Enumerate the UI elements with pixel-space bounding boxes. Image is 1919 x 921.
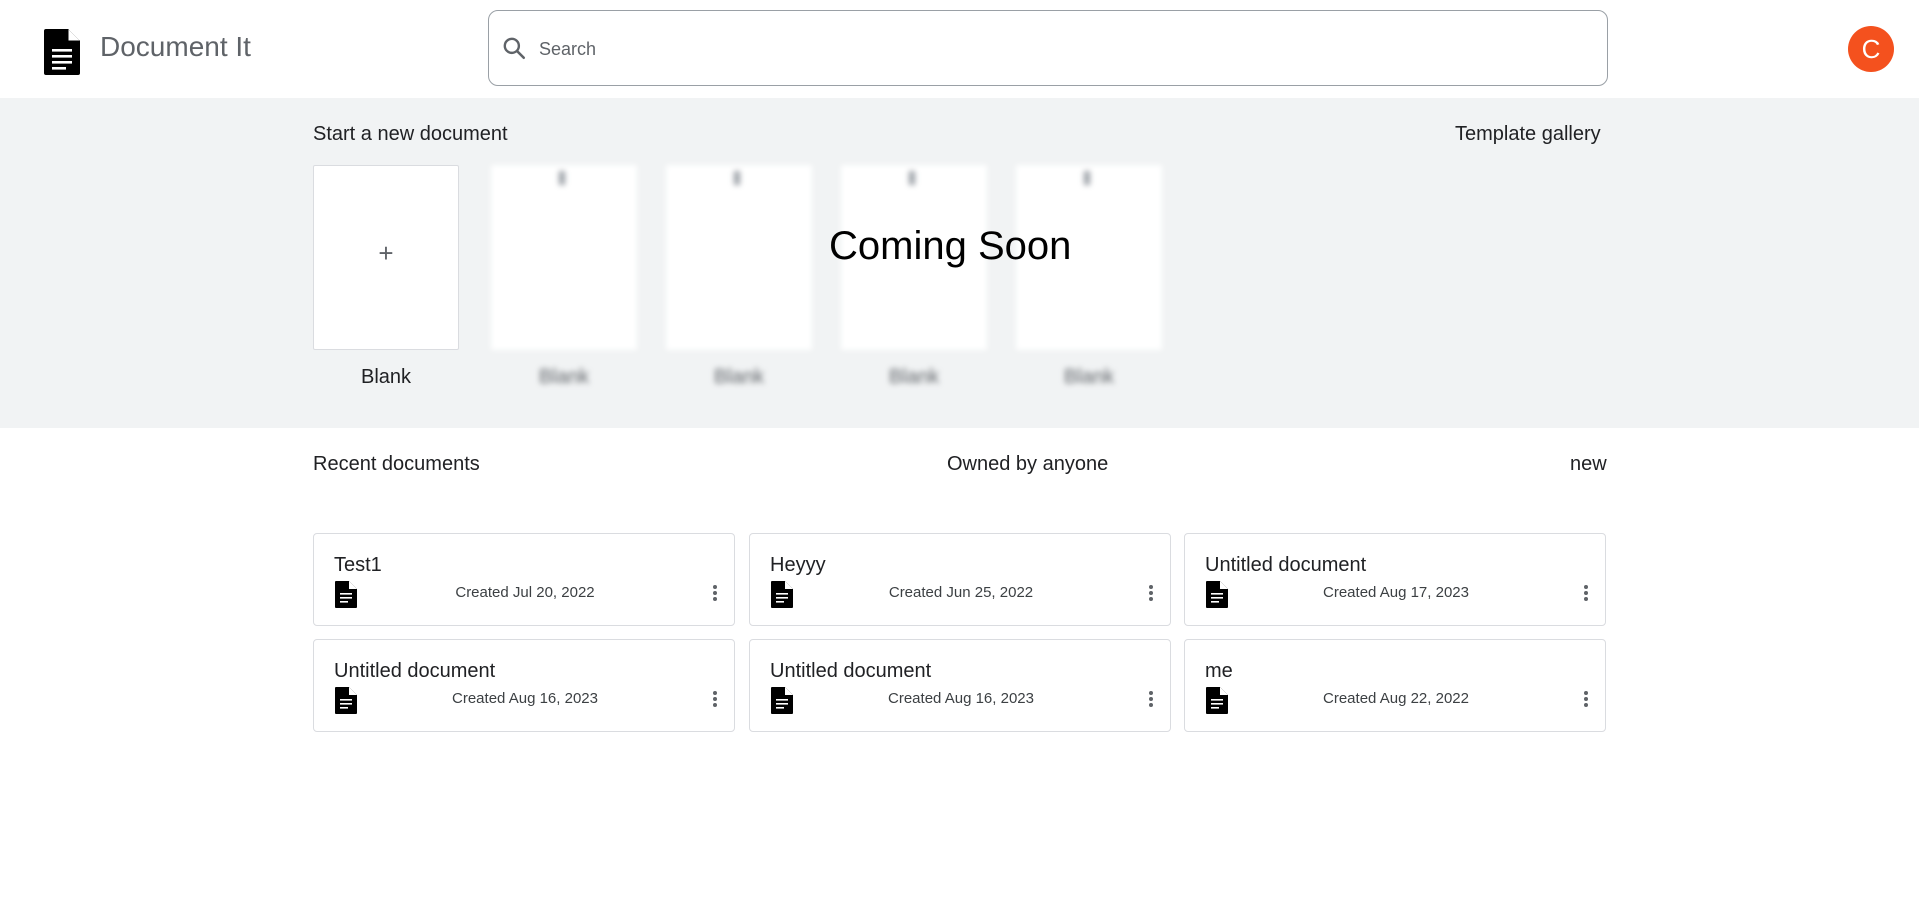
more-vert-icon[interactable] — [1144, 690, 1158, 708]
template-card-placeholder — [491, 165, 637, 350]
document-title: Untitled document — [334, 660, 496, 682]
document-created-date: Created Aug 22, 2022 — [1323, 690, 1469, 707]
template-label-placeholder: Blank — [888, 366, 940, 388]
owner-filter[interactable]: Owned by anyone — [947, 453, 1108, 476]
more-vert-icon[interactable] — [708, 584, 722, 602]
template-section: Start a new document Template gallery + … — [0, 98, 1919, 428]
document-title: Untitled document — [770, 660, 932, 682]
document-created-date: Created Jun 25, 2022 — [888, 584, 1034, 601]
app-title[interactable]: Document It — [100, 31, 251, 63]
template-gallery-link[interactable]: Template gallery — [1455, 123, 1601, 146]
plus-icon: + — [378, 238, 394, 268]
search-bar[interactable] — [488, 10, 1608, 86]
document-created-date: Created Aug 17, 2023 — [1323, 584, 1469, 601]
document-title: Heyyy — [770, 554, 826, 576]
document-title: Test1 — [334, 554, 382, 576]
recent-documents-title: Recent documents — [313, 453, 480, 475]
more-vert-icon[interactable] — [1579, 690, 1593, 708]
document-card[interactable]: me Created Aug 22, 2022 — [1184, 639, 1606, 732]
search-input[interactable] — [537, 31, 1581, 67]
more-vert-icon[interactable] — [708, 690, 722, 708]
template-label-placeholder: Blank — [538, 366, 590, 388]
user-avatar[interactable]: C — [1848, 26, 1894, 72]
document-created-date: Created Jul 20, 2022 — [455, 584, 595, 601]
document-logo-icon[interactable] — [44, 29, 80, 75]
template-card-placeholder — [666, 165, 812, 350]
document-card[interactable]: Untitled document Created Aug 16, 2023 — [313, 639, 735, 732]
template-label-placeholder: Blank — [1063, 366, 1115, 388]
search-icon[interactable] — [501, 35, 527, 61]
start-new-document-title: Start a new document — [313, 123, 508, 145]
document-card[interactable]: Untitled document Created Aug 16, 2023 — [749, 639, 1171, 732]
coming-soon-label: Coming Soon — [829, 224, 1072, 268]
document-card[interactable]: Untitled document Created Aug 17, 2023 — [1184, 533, 1606, 626]
template-label-placeholder: Blank — [713, 366, 765, 388]
document-card[interactable]: Heyyy Created Jun 25, 2022 — [749, 533, 1171, 626]
more-vert-icon[interactable] — [1579, 584, 1593, 602]
sort-order[interactable]: new — [1570, 453, 1607, 476]
more-vert-icon[interactable] — [1144, 584, 1158, 602]
document-title: me — [1205, 660, 1233, 682]
document-created-date: Created Aug 16, 2023 — [888, 690, 1034, 707]
document-created-date: Created Aug 16, 2023 — [452, 690, 598, 707]
blank-template-label: Blank — [360, 366, 412, 388]
top-bar: Document It C — [0, 0, 1919, 98]
document-card[interactable]: Test1 Created Jul 20, 2022 — [313, 533, 735, 626]
blank-template-card[interactable]: + — [313, 165, 459, 350]
document-title: Untitled document — [1205, 554, 1367, 576]
